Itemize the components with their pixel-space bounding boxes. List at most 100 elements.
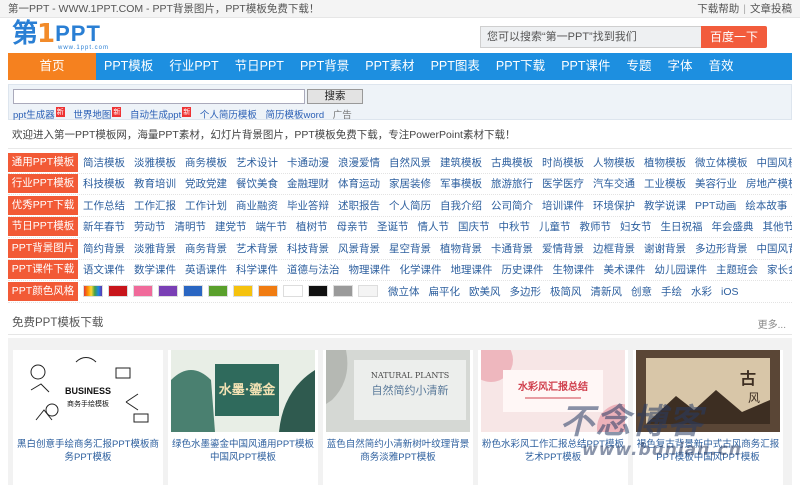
template-thumbnail[interactable]: 水彩风汇报总结 — [481, 350, 625, 432]
category-link[interactable]: 工业模板 — [644, 178, 686, 190]
category-link[interactable]: 情人节 — [418, 221, 450, 233]
category-link[interactable]: 儿童节 — [539, 221, 571, 233]
category-link[interactable]: 谢谢背景 — [644, 243, 686, 255]
nav-holiday-ppt[interactable]: 节日PPT — [227, 53, 292, 80]
hot-link[interactable]: 简历模板word — [266, 110, 325, 121]
category-link[interactable]: 自然风景 — [389, 157, 431, 169]
category-link[interactable]: 年会盛典 — [712, 221, 754, 233]
category-link[interactable]: 其他节日 — [763, 221, 793, 233]
hot-link[interactable]: 世界地图 — [73, 110, 111, 121]
color-swatch[interactable] — [83, 285, 103, 298]
template-caption[interactable]: 蓝色自然简约小清新树叶纹理背景商务淡雅PPT模板 — [323, 438, 473, 464]
category-link[interactable]: 清明节 — [175, 221, 207, 233]
category-link[interactable]: 公司简介 — [491, 200, 533, 212]
category-link[interactable]: 端午节 — [256, 221, 288, 233]
category-label[interactable]: PPT背景图片 — [8, 238, 78, 258]
category-link[interactable]: 人物模板 — [593, 157, 635, 169]
category-link[interactable]: 英语课件 — [185, 264, 227, 276]
category-link[interactable]: 圣诞节 — [377, 221, 409, 233]
category-link[interactable]: 旅游旅行 — [491, 178, 533, 190]
category-link[interactable]: 党政党建 — [185, 178, 227, 190]
category-link[interactable]: 物理课件 — [349, 264, 391, 276]
nav-ppt-courseware[interactable]: PPT课件 — [553, 53, 618, 80]
site-search-input[interactable] — [13, 89, 305, 104]
nav-sound-effects[interactable]: 音效 — [701, 53, 742, 80]
download-help-link[interactable]: 下载帮助 — [697, 3, 739, 15]
nav-fonts[interactable]: 字体 — [660, 53, 701, 80]
hot-link[interactable]: 自动生成ppt — [130, 110, 181, 121]
hot-link[interactable]: ppt生成器 — [13, 110, 55, 121]
category-link[interactable]: 浪漫爱情 — [338, 157, 380, 169]
category-link[interactable]: 科技模板 — [83, 178, 125, 190]
category-link[interactable]: 数学课件 — [134, 264, 176, 276]
more-link[interactable]: 更多... — [758, 316, 786, 331]
template-thumbnail[interactable]: 古 风 — [636, 350, 780, 432]
category-link[interactable]: 汽车交通 — [593, 178, 635, 190]
category-link[interactable]: 家长会 — [767, 264, 792, 276]
category-link[interactable]: 培训课件 — [542, 200, 584, 212]
color-swatch[interactable] — [158, 285, 178, 298]
category-link[interactable]: 化学课件 — [400, 264, 442, 276]
category-label[interactable]: PPT颜色风格 — [8, 281, 78, 301]
category-link[interactable]: 古典模板 — [491, 157, 533, 169]
category-link[interactable]: 清新风 — [591, 286, 623, 298]
template-caption[interactable]: 黑白创意手绘商务汇报PPT模板商务PPT模板 — [13, 438, 163, 464]
category-link[interactable]: 地理课件 — [451, 264, 493, 276]
nav-industry-ppt[interactable]: 行业PPT — [161, 53, 226, 80]
nav-ppt-materials[interactable]: PPT素材 — [357, 53, 422, 80]
category-link[interactable]: 创意 — [631, 286, 652, 298]
template-caption[interactable]: 粉色水彩风工作汇报总结PPT模板艺术PPT模板 — [478, 438, 628, 464]
category-link[interactable]: 星空背景 — [389, 243, 431, 255]
nav-ppt-templates[interactable]: PPT模板 — [96, 53, 161, 80]
category-link[interactable]: 风景背景 — [338, 243, 380, 255]
template-card[interactable]: 古 风 褐色复古背景新中式古风商务汇报PPT模板中国风PPT模板 — [633, 350, 783, 485]
category-link[interactable]: 科技背景 — [287, 243, 329, 255]
color-swatch[interactable] — [283, 285, 303, 298]
category-link[interactable]: 中国风模板 — [757, 157, 793, 169]
color-swatch[interactable] — [258, 285, 278, 298]
category-link[interactable]: 体育运动 — [338, 178, 380, 190]
category-link[interactable]: 建党节 — [215, 221, 247, 233]
category-link[interactable]: 淡雅模板 — [134, 157, 176, 169]
category-link[interactable]: 教育培训 — [134, 178, 176, 190]
category-link[interactable]: iOS — [721, 286, 739, 298]
category-link[interactable]: 房地产模板 — [746, 178, 792, 190]
category-link[interactable]: 简洁模板 — [83, 157, 125, 169]
template-thumbnail[interactable]: NATURAL PLANTS 自然简约小清新 — [326, 350, 470, 432]
category-link[interactable]: 建筑模板 — [440, 157, 482, 169]
category-link[interactable]: 毕业答辩 — [287, 200, 329, 212]
baidu-search-button[interactable]: 百度一下 — [701, 26, 767, 48]
color-swatch[interactable] — [183, 285, 203, 298]
category-label[interactable]: 通用PPT模板 — [8, 152, 78, 172]
category-link[interactable]: 主题班会 — [716, 264, 758, 276]
color-swatch[interactable] — [133, 285, 153, 298]
category-link[interactable]: 植物模板 — [644, 157, 686, 169]
site-search-button[interactable]: 搜索 — [307, 89, 363, 104]
category-link[interactable]: 个人简历 — [389, 200, 431, 212]
category-link[interactable]: 多边形 — [510, 286, 542, 298]
category-link[interactable]: 商务模板 — [185, 157, 227, 169]
search-input[interactable]: 您可以搜索“第一PPT”找到我们 — [480, 26, 701, 48]
category-link[interactable]: 工作计划 — [185, 200, 227, 212]
template-caption[interactable]: 绿色水墨鎏金中国风通用PPT模板中国风PPT模板 — [168, 438, 318, 464]
nav-ppt-download[interactable]: PPT下载 — [488, 53, 553, 80]
category-link[interactable]: 微立体模板 — [695, 157, 748, 169]
category-link[interactable]: 生日祝福 — [661, 221, 703, 233]
category-link[interactable]: 妇女节 — [620, 221, 652, 233]
category-label[interactable]: 节日PPT模板 — [8, 217, 78, 237]
category-link[interactable]: 母亲节 — [337, 221, 369, 233]
category-link[interactable]: 国庆节 — [458, 221, 490, 233]
category-link[interactable]: 劳动节 — [134, 221, 166, 233]
category-link[interactable]: 爱情背景 — [542, 243, 584, 255]
category-link[interactable]: 自我介绍 — [440, 200, 482, 212]
category-link[interactable]: 中秋节 — [499, 221, 531, 233]
color-swatch[interactable] — [108, 285, 128, 298]
category-link[interactable]: 生物课件 — [553, 264, 595, 276]
category-link[interactable]: 欧美风 — [469, 286, 501, 298]
category-link[interactable]: 商业融资 — [236, 200, 278, 212]
color-swatch[interactable] — [233, 285, 253, 298]
category-link[interactable]: 边框背景 — [593, 243, 635, 255]
category-link[interactable]: 艺术背景 — [236, 243, 278, 255]
color-swatch[interactable] — [333, 285, 353, 298]
nav-home[interactable]: 首页 — [8, 53, 96, 80]
